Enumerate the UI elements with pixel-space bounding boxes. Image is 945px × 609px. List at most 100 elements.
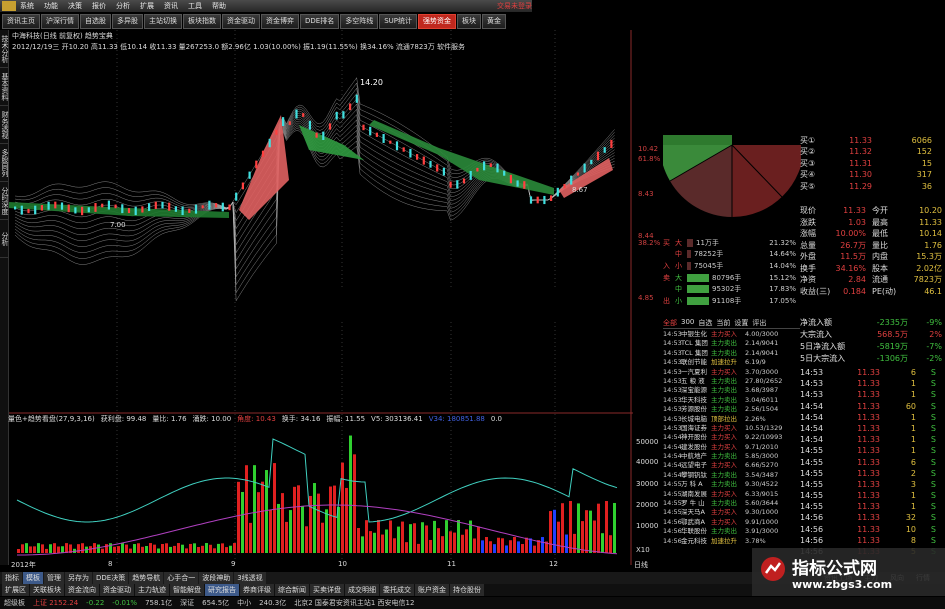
tab-8[interactable]: DDE排名 [300, 14, 340, 29]
tab-2[interactable]: 自选股 [80, 14, 111, 29]
extension-tab-5[interactable]: 智能解盘 [170, 584, 204, 596]
extension-tab-2[interactable]: 资金流向 [65, 584, 99, 596]
tab-6[interactable]: 资金驱动 [222, 14, 260, 29]
indicator-tab-2[interactable]: 管理 [44, 572, 64, 584]
indicator-tab-0[interactable]: 指标 [2, 572, 22, 584]
period-day-label[interactable]: 日线 [634, 560, 662, 570]
tab-10[interactable]: SUP统计 [379, 14, 417, 29]
extension-tab-0[interactable]: 扩展区 [2, 584, 29, 596]
tick-volume: 1 [910, 423, 916, 433]
indicator-tab-6[interactable]: 心手合一 [164, 572, 199, 584]
side-button-5[interactable]: 分析 [0, 220, 9, 258]
tab-7[interactable]: 资金博弈 [261, 14, 299, 29]
menu-decision[interactable]: 决策 [68, 1, 82, 11]
tick-price: 11.33 [857, 524, 880, 534]
menu-tools[interactable]: 工具 [188, 1, 202, 11]
side-button-2[interactable]: 财务透视 [0, 106, 9, 144]
trade-row[interactable]: 14:53 华天科技 主力卖出 3.04/6011 [663, 396, 800, 405]
menu-analysis[interactable]: 分析 [116, 1, 130, 11]
flow-bar [687, 261, 691, 270]
trade-tab-1[interactable]: 300 [681, 318, 694, 328]
indicator-tab-1[interactable]: 模板 [23, 572, 43, 584]
volume-bar-75 [317, 493, 320, 553]
volume-bar-63 [269, 509, 272, 553]
tick-row: 14:55 11.33 3 S [800, 479, 945, 490]
volume-bar-109 [453, 532, 456, 553]
trade-row[interactable]: 14:53 TCL 集团 主力卖出 2.14/9041 [663, 339, 800, 348]
menu-system[interactable]: 系统 [20, 1, 34, 11]
tab-3[interactable]: 多异股 [112, 14, 143, 29]
extension-tab-10[interactable]: 成交明细 [345, 584, 379, 596]
quote-row: 净资 2.84 流通 7823万 [800, 274, 945, 286]
indicator-field-5: 振幅: 11.55 [326, 415, 366, 423]
volume-y-tick-5: X10 [636, 546, 650, 554]
tab-13[interactable]: 黄金 [482, 14, 506, 29]
extension-tab-4[interactable]: 主力轨迹 [135, 584, 169, 596]
indicator-tab-5[interactable]: 趋势导航 [129, 572, 164, 584]
indicator-tab-4[interactable]: DDE决策 [93, 572, 129, 584]
trade-tab-2[interactable]: 自选 [698, 318, 712, 328]
tab-4[interactable]: 主站切换 [144, 14, 182, 29]
trade-tab-0[interactable]: 全部 [663, 318, 677, 328]
trade-row[interactable]: 14:56 金元科技 加速拉升 3.78% [663, 537, 800, 546]
volume-bar-66 [281, 493, 284, 553]
app-title: 交易未登录 [497, 2, 532, 10]
tab-11[interactable]: 强势资金 [418, 14, 456, 29]
tab-12[interactable]: 板块 [457, 14, 481, 29]
menu-info[interactable]: 资讯 [164, 1, 178, 11]
extension-tab-12[interactable]: 账户资金 [415, 584, 449, 596]
trade-tab-5[interactable]: 评出 [752, 318, 766, 328]
volume-bar-41 [181, 544, 184, 553]
side-button-4[interactable]: 分时深度 [0, 182, 9, 220]
trade-time: 14:53 [663, 386, 682, 395]
menu-extend[interactable]: 扩展 [140, 1, 154, 11]
trade-row[interactable]: 14:56 华联股份 主力卖出 3.91/3000 [663, 527, 800, 536]
trade-row[interactable]: 14:53 中银生化 主力买入 4.00/3000 [663, 330, 800, 339]
trade-row[interactable]: 14:53 国海证券 主力买入 10.53/1329 [663, 424, 800, 433]
watermark: 指标公式网 www.zbgs3.com [752, 548, 945, 596]
indicator-tab-7[interactable]: 波段神助 [199, 572, 234, 584]
indicator-tab-3[interactable]: 另存为 [65, 572, 92, 584]
trade-tab-3[interactable]: 当前 [716, 318, 730, 328]
trade-row[interactable]: 14:53 深宝能源 主力卖出 3.68/3987 [663, 386, 800, 395]
trade-row[interactable]: 14:53 五 粮 液主力卖出 27.80/2652 [663, 377, 800, 386]
trade-row[interactable]: 14:53 长城电脑 顶部拉出 2.26% [663, 415, 800, 424]
extension-tab-3[interactable]: 资金驱动 [100, 584, 134, 596]
extension-tab-1[interactable]: 关联板块 [30, 584, 64, 596]
trade-row[interactable]: 14:53 芳源股份 主力卖出 2.56/1504 [663, 405, 800, 414]
tab-5[interactable]: 板块指数 [183, 14, 221, 29]
trade-row[interactable]: 14:56 鄂武商A 主力买入 9.91/1000 [663, 518, 800, 527]
side-button-1[interactable]: 基本资料 [0, 68, 9, 106]
trade-row[interactable]: 14:55 罗 牛 山主力卖出 5.60/3644 [663, 499, 800, 508]
candle-120 [416, 154, 419, 160]
extension-tab-6[interactable]: 研究报告 [205, 584, 239, 596]
menu-quote[interactable]: 报价 [92, 1, 106, 11]
side-button-3[interactable]: 多股同列 [0, 144, 9, 182]
trade-row[interactable]: 14:55 湖南发展 主力买入 6.33/9015 [663, 490, 800, 499]
trade-row[interactable]: 14:53 TCL 集团 主力卖出 2.14/9041 [663, 349, 800, 358]
tab-1[interactable]: 沪深行情 [41, 14, 79, 29]
extension-tab-9[interactable]: 买卖详盘 [310, 584, 344, 596]
trade-row[interactable]: 14:54 建发股份 主力买入 9.71/2010 [663, 443, 800, 452]
menu-function[interactable]: 功能 [44, 1, 58, 11]
extension-tab-11[interactable]: 委托成交 [380, 584, 414, 596]
trade-tab-4[interactable]: 设置 [734, 318, 748, 328]
extension-tab-13[interactable]: 持仓股份 [450, 584, 484, 596]
trade-row[interactable]: 14:53 一汽夏利 主力买入 3.70/3000 [663, 368, 800, 377]
indicator-tab-8[interactable]: 3线透视 [234, 572, 266, 584]
trade-row[interactable]: 14:54 远望电子 主力买入 6.66/5270 [663, 461, 800, 470]
trade-row[interactable]: 14:54 攀钢钒钛 主力卖出 3.54/3487 [663, 471, 800, 480]
tick-price: 11.33 [857, 401, 880, 411]
extension-tab-7[interactable]: 券商评级 [240, 584, 274, 596]
extension-tab-8[interactable]: 综合新闻 [275, 584, 309, 596]
trade-row[interactable]: 14:54 神开股份 主力买入 9.22/10993 [663, 433, 800, 442]
trade-row[interactable]: 14:55 万 科 A 主力卖出 9.30/4522 [663, 480, 800, 489]
side-button-0[interactable]: 技术分析 [0, 30, 9, 68]
trade-row[interactable]: 14:53 联创节能 加速拉升 6.19/9 [663, 358, 800, 367]
flow-percent: 17.05% [769, 296, 796, 305]
tab-0[interactable]: 资讯主页 [2, 14, 40, 29]
tick-list: 14:53 11.33 6 S 14:53 11.33 1 S 14:53 11.33 1 S 14:5… [800, 367, 945, 557]
menu-help[interactable]: 帮助 [212, 1, 226, 11]
trade-row[interactable]: 14:55 深天马A 主力买入 9.30/1000 [663, 508, 800, 517]
tab-9[interactable]: 多空阵线 [340, 14, 379, 29]
